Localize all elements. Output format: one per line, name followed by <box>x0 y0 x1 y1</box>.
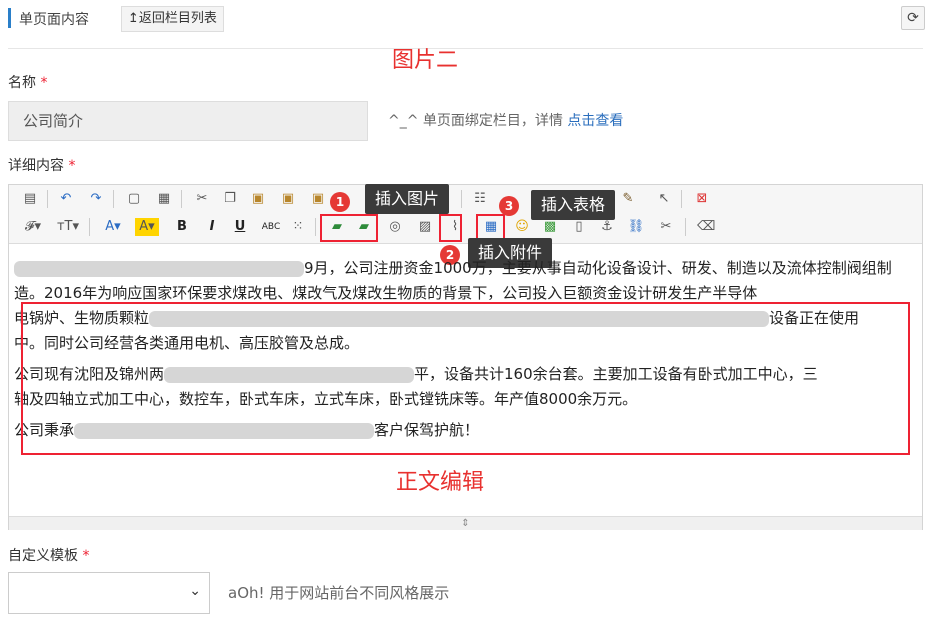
toolbar-separator <box>681 190 682 208</box>
step-badge-1: 1 <box>330 192 350 212</box>
text-run: 9月，公司注册资金1000万，主要从事自动化设备设计、研发、制造以及流体控 <box>304 259 832 277</box>
font-size-icon[interactable]: тT▾ <box>55 218 81 236</box>
highlight-image-buttons <box>320 214 378 242</box>
paste-text-icon[interactable]: ▣ <box>279 190 297 208</box>
eraser-icon[interactable]: ⌫ <box>697 218 715 236</box>
toolbar-separator <box>181 190 182 208</box>
source-icon[interactable]: ▤ <box>21 190 39 208</box>
step-badge-3: 3 <box>499 196 519 216</box>
paste-icon[interactable]: ▣ <box>249 190 267 208</box>
toolbar-separator <box>685 218 686 236</box>
undo-icon[interactable]: ↶ <box>57 190 75 208</box>
editor-resize-handle[interactable]: ⇕ <box>9 516 922 530</box>
template-label-text: 自定义模板 <box>8 548 78 564</box>
copy-icon[interactable]: ❐ <box>221 190 239 208</box>
video-icon[interactable]: ◎ <box>386 218 404 236</box>
text-run: 2016年为响应国家环保要求煤改电、煤改气及煤改生物质的背景下，公司投入巨额资金… <box>44 284 758 302</box>
view-details-link[interactable]: 点击查看 <box>567 113 623 129</box>
paste-word-icon[interactable]: ▣ <box>309 190 327 208</box>
redacted-text <box>14 260 304 277</box>
highlight-icon[interactable]: A▾ <box>135 218 159 236</box>
toolbar-separator <box>315 218 316 236</box>
select-all-icon[interactable]: ↖ <box>655 190 673 208</box>
font-family-icon[interactable]: 𝓕▾ <box>21 218 45 236</box>
format-painter-icon[interactable]: ✎ <box>619 190 637 208</box>
header-divider <box>8 48 923 49</box>
back-to-column-list-button[interactable]: ↥返回栏目列表 <box>121 6 224 32</box>
line-height-icon[interactable]: ⁙ <box>289 218 307 236</box>
name-hint: ^_^ 单页面绑定栏目，详情 点击查看 <box>388 110 623 130</box>
header-accent-bar <box>8 8 11 28</box>
map-icon[interactable]: ▩ <box>541 218 559 236</box>
code-icon[interactable]: ▯ <box>570 218 588 236</box>
toolbar-separator <box>113 190 114 208</box>
refresh-icon[interactable]: ⟳ <box>901 6 925 30</box>
emoji-icon[interactable]: ☺ <box>513 218 531 236</box>
name-input[interactable]: 公司简介 <box>8 101 368 141</box>
required-mark: * <box>82 548 90 564</box>
highlight-attachment-button <box>439 214 462 242</box>
fullscreen-icon[interactable]: ⊠ <box>693 190 711 208</box>
unlink-icon[interactable]: ✂ <box>657 218 675 236</box>
annotation-image-two: 图片二 <box>392 48 459 73</box>
redo-icon[interactable]: ↷ <box>87 190 105 208</box>
preview-icon[interactable]: ▢ <box>125 190 143 208</box>
detail-label-text: 详细内容 <box>8 158 64 174</box>
name-label: 名称 * <box>8 72 47 92</box>
cut-icon[interactable]: ✂ <box>193 190 211 208</box>
annotation-body-edit: 正文编辑 <box>396 470 485 495</box>
ordered-list-icon[interactable]: ☷ <box>471 190 489 208</box>
anchor-icon[interactable]: ⚓ <box>598 218 616 236</box>
italic-icon[interactable]: I <box>203 218 221 236</box>
highlight-content-area <box>21 302 910 455</box>
template-hint: aOh! 用于网站前台不同风格展示 <box>228 584 450 602</box>
name-label-text: 名称 <box>8 75 36 91</box>
underline-icon[interactable]: U <box>231 218 249 236</box>
music-icon[interactable]: ▨ <box>416 218 434 236</box>
template-select[interactable]: ⌄ <box>8 572 210 614</box>
detail-label: 详细内容 * <box>8 155 75 175</box>
chevron-down-icon: ⌄ <box>189 583 201 599</box>
template-label: 自定义模板 * <box>8 545 89 565</box>
strikethrough-icon[interactable]: ABC <box>259 218 283 236</box>
required-mark: * <box>68 158 76 174</box>
page-title: 单页面内容 <box>19 12 89 28</box>
bold-icon[interactable]: B <box>173 218 191 236</box>
font-color-icon[interactable]: A▾ <box>101 218 125 236</box>
insert-table-tooltip: 插入表格 <box>531 190 616 220</box>
toolbar-separator <box>461 190 462 208</box>
name-hint-text: ^_^ 单页面绑定栏目，详情 <box>388 113 568 129</box>
toolbar-separator <box>47 190 48 208</box>
link-icon[interactable]: ⛓ <box>627 218 645 236</box>
editor-toolbar: ▤ ↶ ↷ ▢ ▦ ✂ ❐ ▣ ▣ ▣ ☰ ☷ ✎ ↖ ⊠ 𝓕▾ тT▾ A▾ … <box>9 185 922 244</box>
toolbar-separator <box>89 218 90 236</box>
insert-image-tooltip: 插入图片 <box>365 184 450 214</box>
required-mark: * <box>40 75 48 91</box>
template-icon[interactable]: ▦ <box>155 190 173 208</box>
